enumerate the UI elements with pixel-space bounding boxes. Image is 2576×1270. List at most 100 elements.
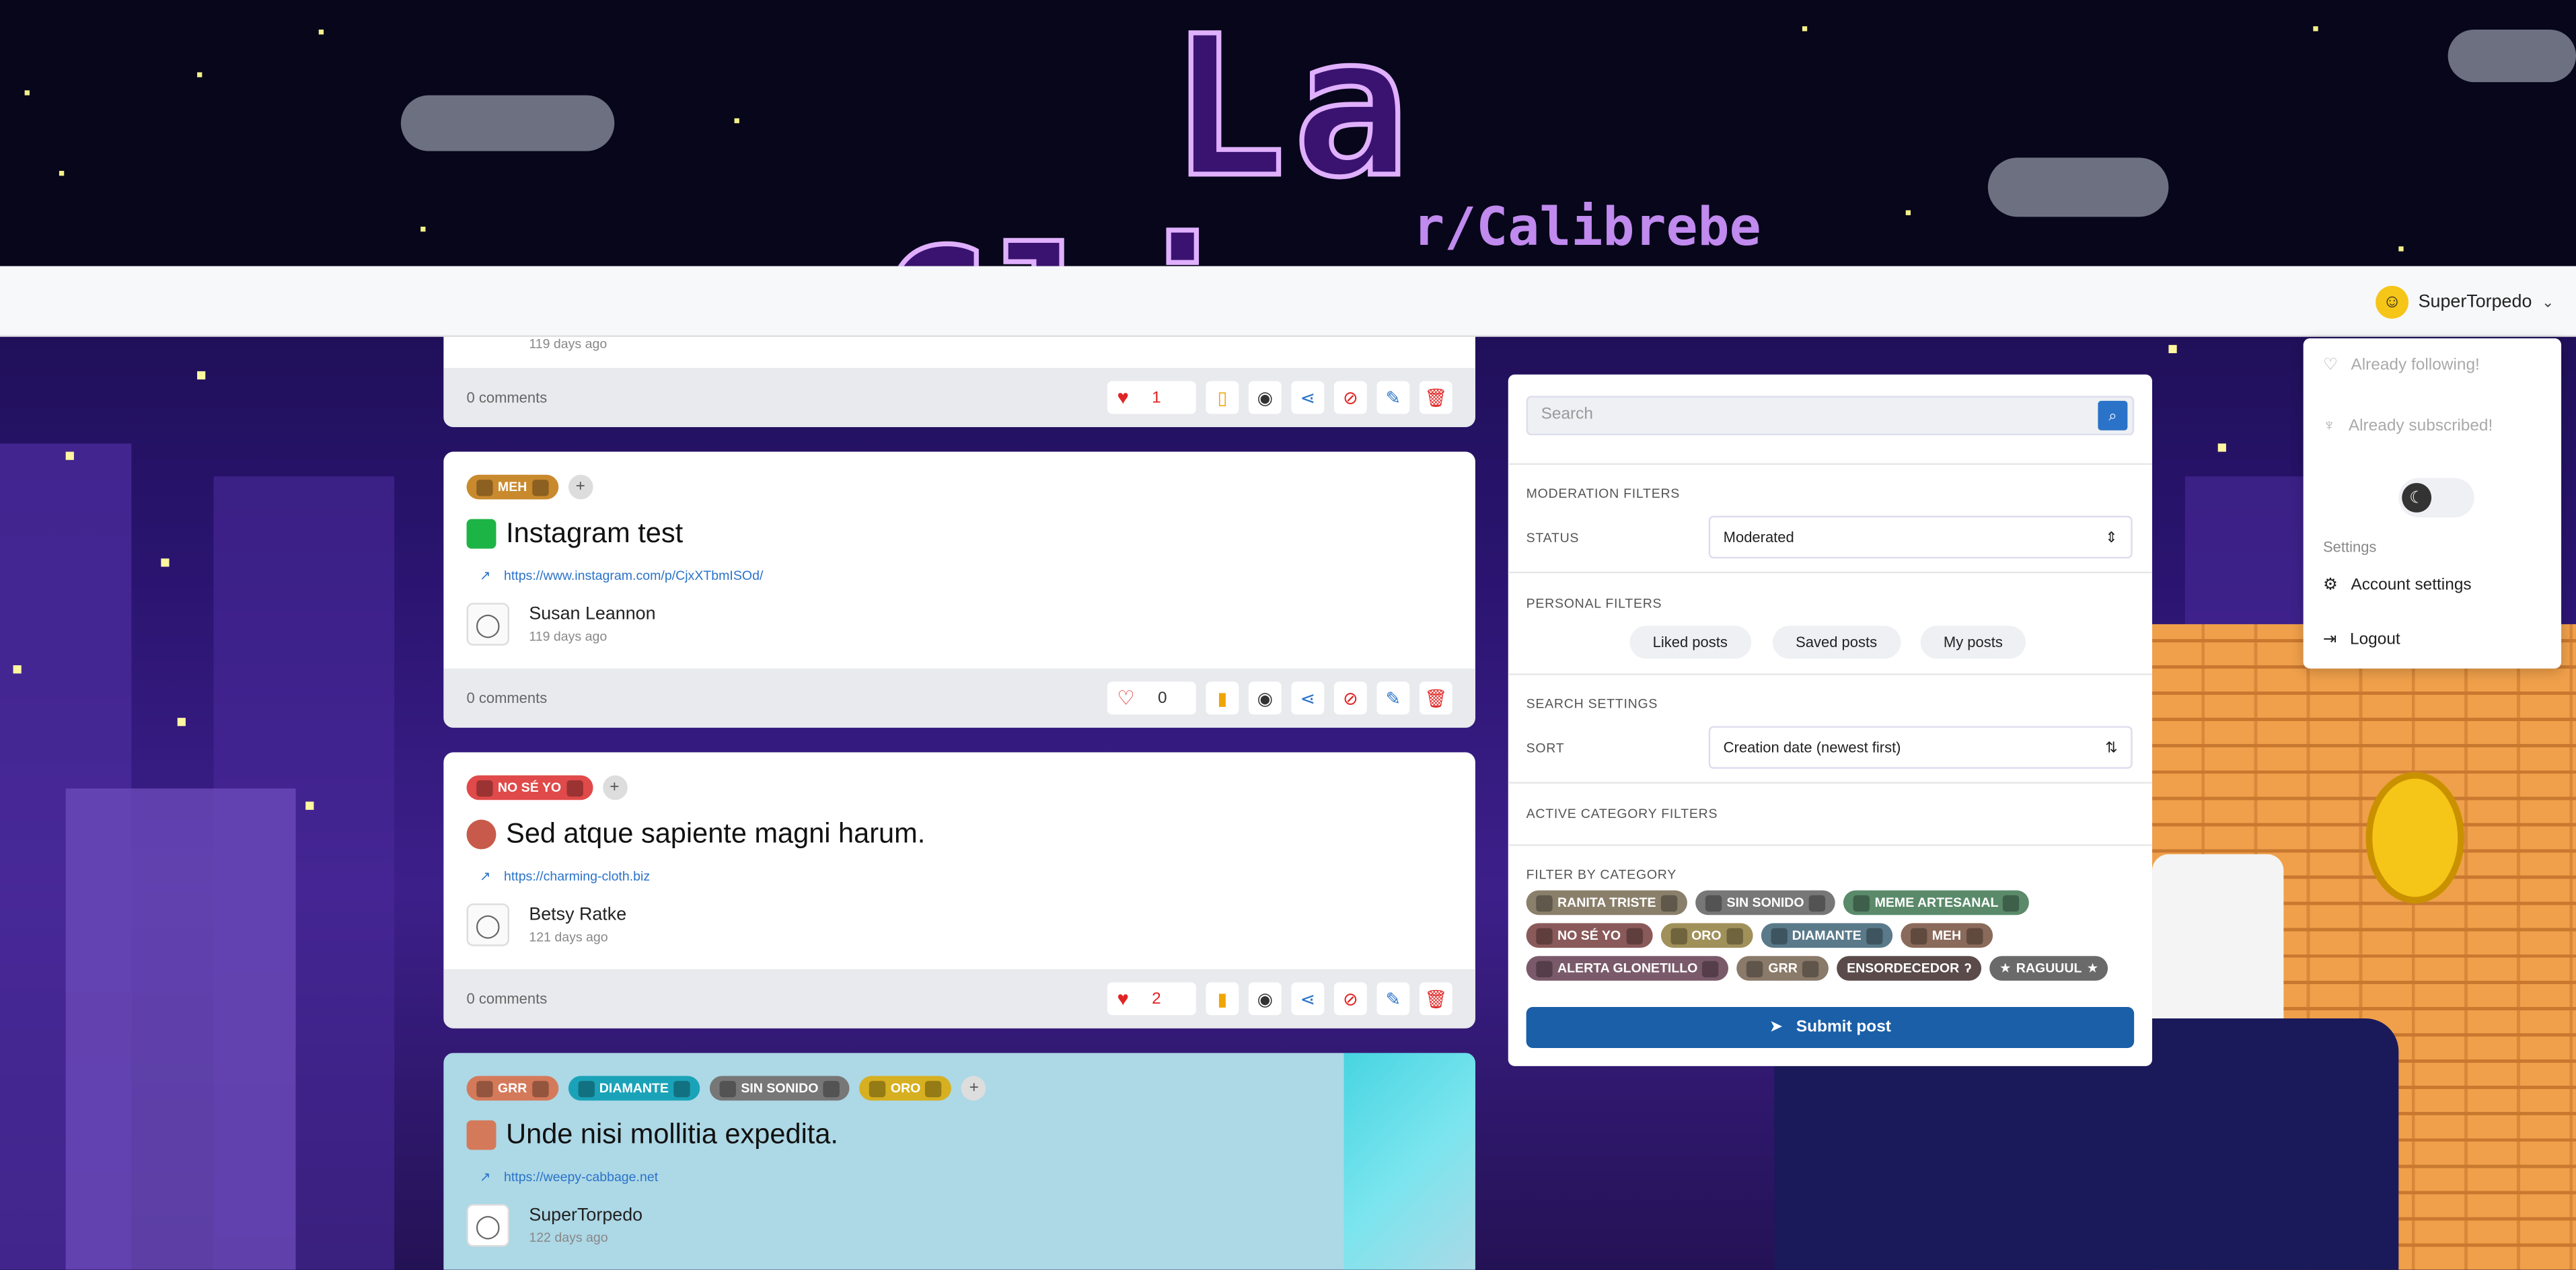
banner-star (420, 226, 426, 232)
like-button[interactable]: ♡ 0 (1107, 681, 1196, 715)
status-label: STATUS (1526, 530, 1580, 546)
post-link[interactable]: https://charming-cloth.biz (504, 869, 650, 884)
category-chip[interactable]: ALERTA GLONETILLO (1526, 956, 1729, 981)
edit-icon[interactable]: ✎ (1376, 982, 1410, 1016)
account-settings-item[interactable]: ⚙ Account settings (2323, 576, 2472, 595)
bg-star (197, 371, 206, 380)
bg-star (161, 558, 170, 567)
tag-badge[interactable]: MEH (466, 474, 558, 500)
post-title[interactable]: Unde nisi mollitia expedita. (506, 1119, 838, 1152)
post-category-icon (466, 1120, 496, 1150)
share-icon[interactable]: ⋖ (1291, 681, 1325, 715)
share-icon[interactable]: ⋖ (1291, 982, 1325, 1016)
tag-badge[interactable]: GRR (466, 1076, 558, 1101)
category-chip[interactable]: ENSORDECEDOR ʔ (1837, 956, 1982, 981)
delete-icon[interactable]: 🗑 (1419, 381, 1452, 414)
add-tag-button[interactable]: + (568, 474, 593, 500)
edit-icon[interactable]: ✎ (1376, 381, 1410, 414)
like-count: 0 (1158, 689, 1167, 708)
gear-icon: ⚙ (2322, 576, 2338, 595)
my-posts-filter[interactable]: My posts (1920, 626, 2026, 659)
saved-posts-filter[interactable]: Saved posts (1772, 626, 1901, 659)
author-name[interactable]: SuperTorpedo (529, 1205, 642, 1225)
post-title[interactable]: Instagram test (506, 517, 683, 550)
category-chip[interactable]: MEME ARTESANAL (1843, 890, 2030, 916)
site-logo-title: La Clipasa (871, 0, 1732, 266)
tag-badge[interactable]: ORO (859, 1076, 952, 1101)
tag-badge[interactable]: NO SÉ YO (466, 775, 593, 800)
category-chip[interactable]: RANITA TRISTE (1526, 890, 1687, 916)
comments-count[interactable]: 0 comments (467, 991, 1107, 1007)
bg-star (2168, 344, 2177, 354)
category-chip[interactable]: ORO (1660, 923, 1753, 948)
post-title[interactable]: Sed atque sapiente magni harum. (506, 818, 925, 851)
banner-star (24, 90, 30, 96)
search-placeholder: Search (1541, 406, 1593, 424)
search-input[interactable]: Search ⌕ (1526, 396, 2135, 436)
add-tag-button[interactable]: + (602, 775, 627, 800)
post-link[interactable]: https://weepy-cabbage.net (504, 1170, 658, 1185)
eye-icon[interactable]: ◉ (1248, 982, 1282, 1016)
post-date: 121 days ago (529, 930, 608, 945)
category-chip[interactable]: DIAMANTE (1761, 923, 1893, 948)
author-avatar-icon: ◯ (466, 603, 510, 646)
banner-star (59, 170, 65, 176)
dark-mode-toggle[interactable]: ☾ (2398, 478, 2474, 518)
like-button[interactable]: ♥ 1 (1107, 381, 1196, 414)
tag-badge[interactable]: DIAMANTE (568, 1076, 700, 1101)
delete-icon[interactable]: 🗑 (1419, 982, 1452, 1016)
hide-icon[interactable]: ⊘ (1333, 681, 1367, 715)
comments-count[interactable]: 0 comments (467, 690, 1107, 706)
post-category-icon (466, 819, 496, 850)
banner-star (1905, 210, 1911, 215)
divider (1508, 571, 2153, 574)
moon-icon: ☾ (2402, 482, 2432, 513)
category-chip[interactable]: MEH (1901, 923, 1993, 948)
add-tag-button[interactable]: + (961, 1076, 987, 1101)
search-icon[interactable]: ⌕ (2098, 400, 2128, 431)
ear-icon: ʔ (1964, 961, 1972, 976)
eye-icon[interactable]: ◉ (1248, 681, 1282, 715)
post-link[interactable]: https://www.instagram.com/p/CjxXTbmISOd/ (504, 568, 763, 583)
author-name[interactable]: Betsy Ratke (529, 905, 626, 925)
heart-outline-icon: ♡ (2322, 356, 2338, 375)
bookmark-filled-icon[interactable]: ▮ (1206, 982, 1239, 1016)
section-heading: PERSONAL FILTERS (1526, 596, 1662, 611)
status-select[interactable]: Moderated ⇕ (1708, 515, 2133, 559)
hide-icon[interactable]: ⊘ (1333, 982, 1367, 1016)
banner-star (318, 29, 324, 35)
tag-badge[interactable]: SIN SONIDO (709, 1076, 850, 1101)
liked-posts-filter[interactable]: Liked posts (1629, 626, 1751, 659)
edit-icon[interactable]: ✎ (1376, 681, 1410, 715)
like-count: 2 (1152, 989, 1161, 1008)
category-chip[interactable]: ★ RAGUUUL ★ (1989, 956, 2108, 981)
banner-cloud (1987, 157, 2169, 217)
section-heading: SEARCH SETTINGS (1526, 696, 1658, 712)
category-filter-list: RANITA TRISTE SIN SONIDO MEME ARTESANAL … (1526, 890, 2135, 989)
category-chip[interactable]: NO SÉ YO (1526, 923, 1652, 948)
status-value: Moderated (1723, 529, 1794, 546)
comments-count[interactable]: 0 comments (467, 389, 1107, 406)
external-link-icon: ↗ (480, 868, 491, 884)
already-following-item: ♡ Already following! (2322, 356, 2480, 375)
logout-item[interactable]: ⇥ Logout (2323, 631, 2400, 649)
like-button[interactable]: ♥ 2 (1107, 982, 1196, 1016)
share-icon[interactable]: ⋖ (1291, 381, 1325, 414)
bookmark-filled-icon[interactable]: ▮ (1206, 681, 1239, 715)
star-icon: ★ (1999, 961, 2012, 976)
bookmark-icon[interactable]: ▯ (1206, 381, 1239, 414)
logout-icon: ⇥ (2322, 630, 2337, 649)
submit-post-button[interactable]: ➤ Submit post (1526, 1006, 2135, 1048)
section-heading: ACTIVE CATEGORY FILTERS (1526, 807, 1718, 821)
sort-select[interactable]: Creation date (newest first) ⇅ (1708, 726, 2133, 769)
user-menu-button[interactable]: ☺ SuperTorpedo ⌄ (2376, 278, 2560, 327)
author-avatar-icon: ◯ (466, 1203, 510, 1247)
eye-icon[interactable]: ◉ (1248, 381, 1282, 414)
category-chip[interactable]: SIN SONIDO (1695, 890, 1836, 916)
author-name[interactable]: Susan Leannon (529, 605, 655, 624)
hide-icon[interactable]: ⊘ (1333, 381, 1367, 414)
chevron-down-icon: ⌄ (2542, 293, 2554, 310)
bg-star (305, 801, 314, 810)
category-chip[interactable]: GRR (1736, 956, 1829, 981)
delete-icon[interactable]: 🗑 (1419, 681, 1452, 715)
